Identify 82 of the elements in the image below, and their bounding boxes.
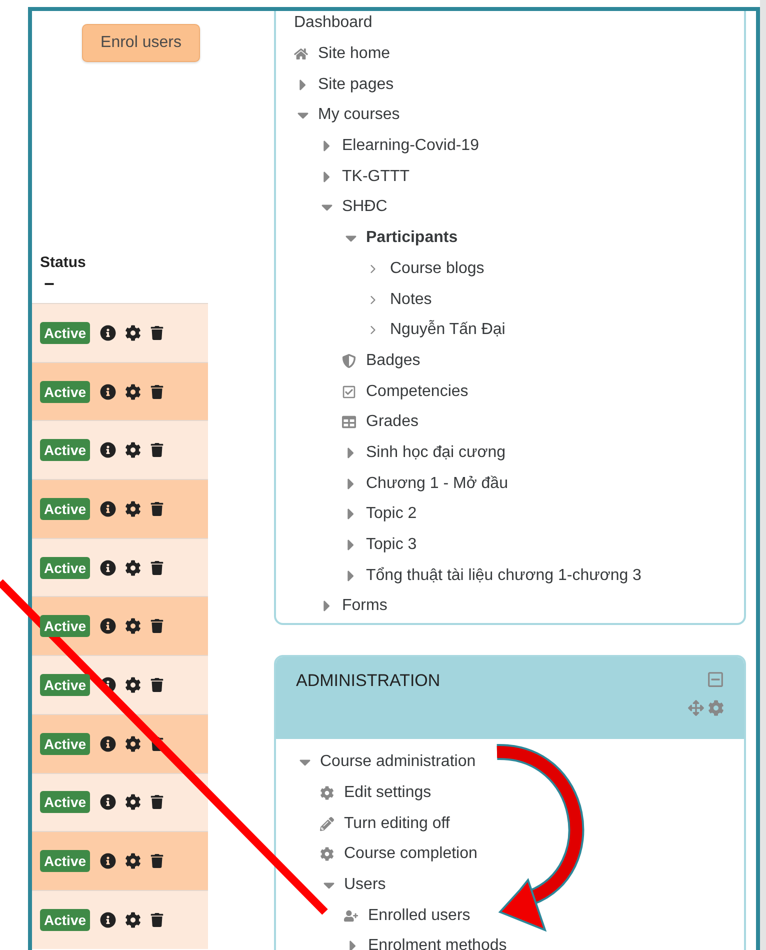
gear-icon bbox=[320, 786, 334, 800]
settings-icon[interactable] bbox=[125, 442, 142, 458]
trash-icon[interactable] bbox=[150, 560, 164, 575]
gear-icon bbox=[320, 847, 334, 862]
trash-icon[interactable] bbox=[150, 736, 164, 751]
status-badge: Active bbox=[40, 498, 90, 520]
status-badge: Active bbox=[40, 732, 90, 755]
status-badge: Active bbox=[40, 322, 90, 344]
nav-link[interactable]: Participants bbox=[366, 229, 458, 248]
info-icon[interactable] bbox=[100, 912, 116, 928]
nav-link[interactable]: Sinh học đại cương bbox=[366, 444, 506, 462]
nav-link[interactable]: TK-GTTT bbox=[342, 168, 410, 186]
nav-link[interactable]: Course administration bbox=[320, 753, 476, 772]
status-badge: Active bbox=[40, 380, 90, 403]
nav-link[interactable]: Badges bbox=[366, 352, 420, 370]
nav-link[interactable]: Users bbox=[344, 876, 386, 894]
nav-link[interactable]: My courses bbox=[318, 106, 400, 124]
status-badge: Active bbox=[40, 439, 90, 462]
trash-icon[interactable] bbox=[150, 443, 164, 458]
trash-icon[interactable] bbox=[150, 795, 164, 810]
nav-link[interactable]: Enrolled users bbox=[368, 906, 470, 925]
column-heading[interactable]: Status bbox=[40, 254, 208, 271]
enrol-users-button[interactable]: Enrol users bbox=[82, 24, 200, 62]
home-icon bbox=[294, 47, 308, 62]
user-add-icon bbox=[344, 908, 358, 923]
status-badge: Active bbox=[40, 615, 90, 638]
info-icon[interactable] bbox=[100, 384, 116, 400]
info-icon[interactable] bbox=[100, 500, 116, 517]
nav-link[interactable]: SHĐC bbox=[342, 198, 388, 216]
info-icon[interactable] bbox=[100, 676, 116, 693]
info-icon[interactable] bbox=[100, 560, 116, 576]
settings-icon[interactable] bbox=[125, 794, 142, 810]
settings-icon[interactable] bbox=[125, 324, 142, 341]
shield-icon bbox=[342, 354, 356, 368]
settings-icon[interactable] bbox=[125, 676, 142, 693]
settings-icon[interactable] bbox=[125, 912, 142, 928]
settings-icon[interactable] bbox=[125, 618, 142, 634]
trash-icon[interactable] bbox=[150, 678, 164, 692]
nav-link[interactable]: Site home bbox=[318, 45, 390, 64]
nav-link[interactable]: Course blogs bbox=[390, 260, 484, 278]
settings-icon[interactable] bbox=[125, 853, 142, 870]
nav-link[interactable]: Grades bbox=[366, 413, 418, 432]
nav-link[interactable]: Tổng thuật tài liệu chương 1-chương 3 bbox=[366, 566, 642, 585]
nav-link[interactable]: Topic 2 bbox=[366, 505, 417, 524]
status-badge: Active bbox=[40, 908, 90, 931]
trash-icon[interactable] bbox=[150, 854, 164, 868]
info-icon[interactable] bbox=[100, 618, 116, 634]
checkbox-icon bbox=[342, 384, 356, 399]
nav-link[interactable]: Topic 3 bbox=[366, 536, 417, 554]
settings-icon[interactable] bbox=[125, 560, 142, 576]
info-icon[interactable] bbox=[100, 853, 116, 870]
nav-link[interactable]: Elearning-Covid-19 bbox=[342, 137, 479, 156]
nav-link[interactable]: Edit settings bbox=[344, 784, 432, 802]
settings-icon[interactable] bbox=[125, 736, 142, 752]
trash-icon[interactable] bbox=[150, 502, 164, 516]
nav-link[interactable]: Dashboard bbox=[294, 14, 372, 32]
info-icon[interactable] bbox=[100, 794, 116, 810]
nav-link[interactable]: Forms bbox=[342, 597, 388, 616]
pencil-icon bbox=[320, 816, 334, 831]
status-badge: Active bbox=[40, 556, 90, 579]
trash-icon[interactable] bbox=[150, 619, 164, 634]
trash-icon[interactable] bbox=[150, 384, 164, 399]
nav-link[interactable]: Turn editing off bbox=[344, 814, 450, 833]
trash-icon[interactable] bbox=[150, 326, 164, 340]
settings-icon[interactable] bbox=[125, 500, 142, 517]
info-icon[interactable] bbox=[100, 324, 116, 341]
trash-icon[interactable] bbox=[150, 912, 164, 927]
panel-title: ADMINISTRATION bbox=[296, 671, 442, 692]
info-icon[interactable] bbox=[100, 442, 116, 458]
status-badge: Active bbox=[40, 791, 90, 814]
info-icon[interactable] bbox=[100, 736, 116, 752]
nav-link[interactable]: Site pages bbox=[318, 76, 394, 94]
status-badge: Active bbox=[40, 674, 90, 696]
nav-link[interactable]: Notes bbox=[390, 290, 432, 309]
nav-link[interactable]: Competencies bbox=[366, 382, 468, 401]
sort-mark[interactable]: − bbox=[44, 275, 55, 293]
status-badge: Active bbox=[40, 850, 90, 872]
settings-icon[interactable] bbox=[125, 384, 142, 400]
nav-link[interactable]: Nguyễn Tấn Đại bbox=[390, 321, 506, 340]
nav-link[interactable]: Course completion bbox=[344, 845, 478, 864]
table-icon bbox=[342, 415, 356, 430]
nav-link[interactable]: Chương 1 - Mở đầu bbox=[366, 474, 508, 493]
